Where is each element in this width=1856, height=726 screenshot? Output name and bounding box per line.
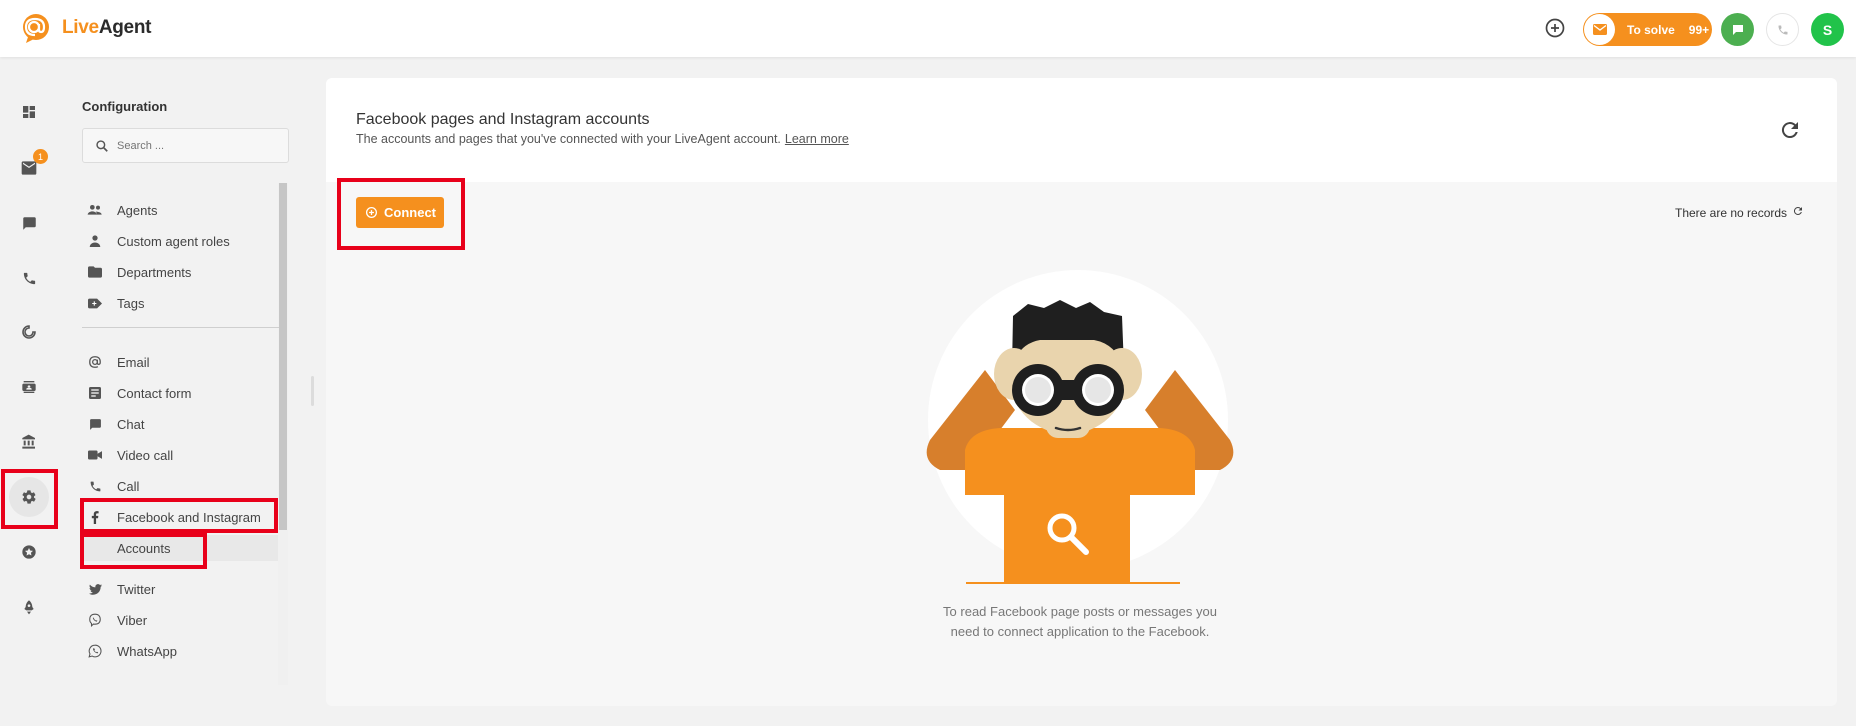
video-icon bbox=[86, 446, 104, 464]
twitter-icon bbox=[86, 580, 104, 598]
phone-status-button[interactable] bbox=[1766, 13, 1799, 46]
page-header: Facebook pages and Instagram accounts Th… bbox=[326, 78, 1837, 182]
config-search-input[interactable] bbox=[117, 139, 277, 152]
liveagent-logo[interactable]: LiveAgent bbox=[18, 13, 151, 43]
whatsapp-icon bbox=[86, 642, 104, 660]
menu-item-agents[interactable]: Agents bbox=[82, 198, 278, 222]
no-records-status: There are no records bbox=[1675, 205, 1804, 220]
menu-item-departments[interactable]: Departments bbox=[82, 260, 278, 284]
to-solve-label: To solve bbox=[1627, 22, 1675, 37]
phone-icon bbox=[86, 477, 104, 495]
menu-item-video-call[interactable]: Video call bbox=[82, 443, 278, 467]
star-badge-icon[interactable] bbox=[9, 532, 49, 572]
chats-icon[interactable] bbox=[9, 203, 49, 243]
dashboard-icon[interactable] bbox=[9, 92, 49, 132]
top-bar: LiveAgent To solve 99+ S bbox=[0, 0, 1856, 57]
contacts-icon[interactable] bbox=[9, 367, 49, 407]
configuration-title: Configuration bbox=[82, 99, 168, 114]
config-search-box[interactable] bbox=[82, 128, 289, 163]
logo-text: LiveAgent bbox=[62, 17, 152, 38]
connect-button[interactable]: Connect bbox=[356, 197, 444, 228]
refresh-icon[interactable] bbox=[1778, 118, 1802, 142]
menu-item-tags[interactable]: Tags bbox=[82, 291, 278, 315]
menu-item-whatsapp[interactable]: WhatsApp bbox=[82, 639, 278, 663]
menu-divider bbox=[82, 327, 279, 328]
facebook-icon bbox=[86, 508, 104, 526]
menu-item-email[interactable]: Email bbox=[82, 350, 278, 374]
chat-icon bbox=[86, 415, 104, 433]
tickets-icon[interactable]: 1 bbox=[9, 148, 49, 188]
reports-icon[interactable] bbox=[9, 312, 49, 352]
to-solve-count: 99+ bbox=[1688, 22, 1710, 37]
menu-item-viber[interactable]: Viber bbox=[82, 608, 278, 632]
user-avatar[interactable]: S bbox=[1811, 13, 1844, 46]
rocket-icon[interactable] bbox=[9, 587, 49, 627]
person-icon bbox=[86, 232, 104, 250]
folder-icon bbox=[86, 263, 104, 281]
search-icon bbox=[96, 139, 108, 152]
page-title: Facebook pages and Instagram accounts bbox=[356, 111, 650, 128]
menu-item-accounts[interactable]: Accounts bbox=[82, 535, 278, 561]
scrollbar-thumb[interactable] bbox=[279, 183, 287, 530]
add-circle-icon bbox=[365, 206, 378, 219]
configuration-gear-icon[interactable] bbox=[9, 477, 49, 517]
main-navigation: 1 bbox=[0, 57, 58, 726]
logo-icon bbox=[18, 13, 56, 43]
binoculars-illustration bbox=[910, 270, 1250, 590]
tag-icon bbox=[86, 294, 104, 312]
page-subtitle: The accounts and pages that you've conne… bbox=[356, 132, 849, 146]
chat-icon bbox=[1732, 24, 1743, 35]
knowledge-base-icon[interactable] bbox=[9, 422, 49, 462]
menu-item-chat[interactable]: Chat bbox=[82, 412, 278, 436]
viber-icon bbox=[86, 611, 104, 629]
chat-status-button[interactable] bbox=[1721, 13, 1754, 46]
phone-icon bbox=[1778, 25, 1787, 34]
menu-item-contact-form[interactable]: Contact form bbox=[82, 381, 278, 405]
menu-item-twitter[interactable]: Twitter bbox=[82, 577, 278, 601]
empty-state-message: To read Facebook page posts or messages … bbox=[943, 604, 1217, 639]
at-icon bbox=[86, 353, 104, 371]
form-icon bbox=[86, 384, 104, 402]
email-badge: 1 bbox=[33, 149, 48, 164]
learn-more-link[interactable]: Learn more bbox=[785, 132, 849, 146]
configuration-panel: Configuration Agents Custom agent roles … bbox=[60, 57, 290, 726]
refresh-small-icon[interactable] bbox=[1792, 205, 1804, 220]
panel-resize-handle[interactable] bbox=[311, 376, 314, 406]
main-content: Facebook pages and Instagram accounts Th… bbox=[326, 78, 1837, 706]
envelope-icon bbox=[1584, 14, 1615, 45]
menu-item-facebook-instagram[interactable]: Facebook and Instagram bbox=[82, 505, 278, 529]
menu-item-call[interactable]: Call bbox=[82, 474, 278, 498]
add-icon[interactable] bbox=[1544, 17, 1566, 39]
menu-item-custom-agent-roles[interactable]: Custom agent roles bbox=[82, 229, 278, 253]
calls-icon[interactable] bbox=[9, 258, 49, 298]
to-solve-button[interactable]: To solve 99+ bbox=[1583, 13, 1712, 46]
agents-icon bbox=[86, 201, 104, 219]
